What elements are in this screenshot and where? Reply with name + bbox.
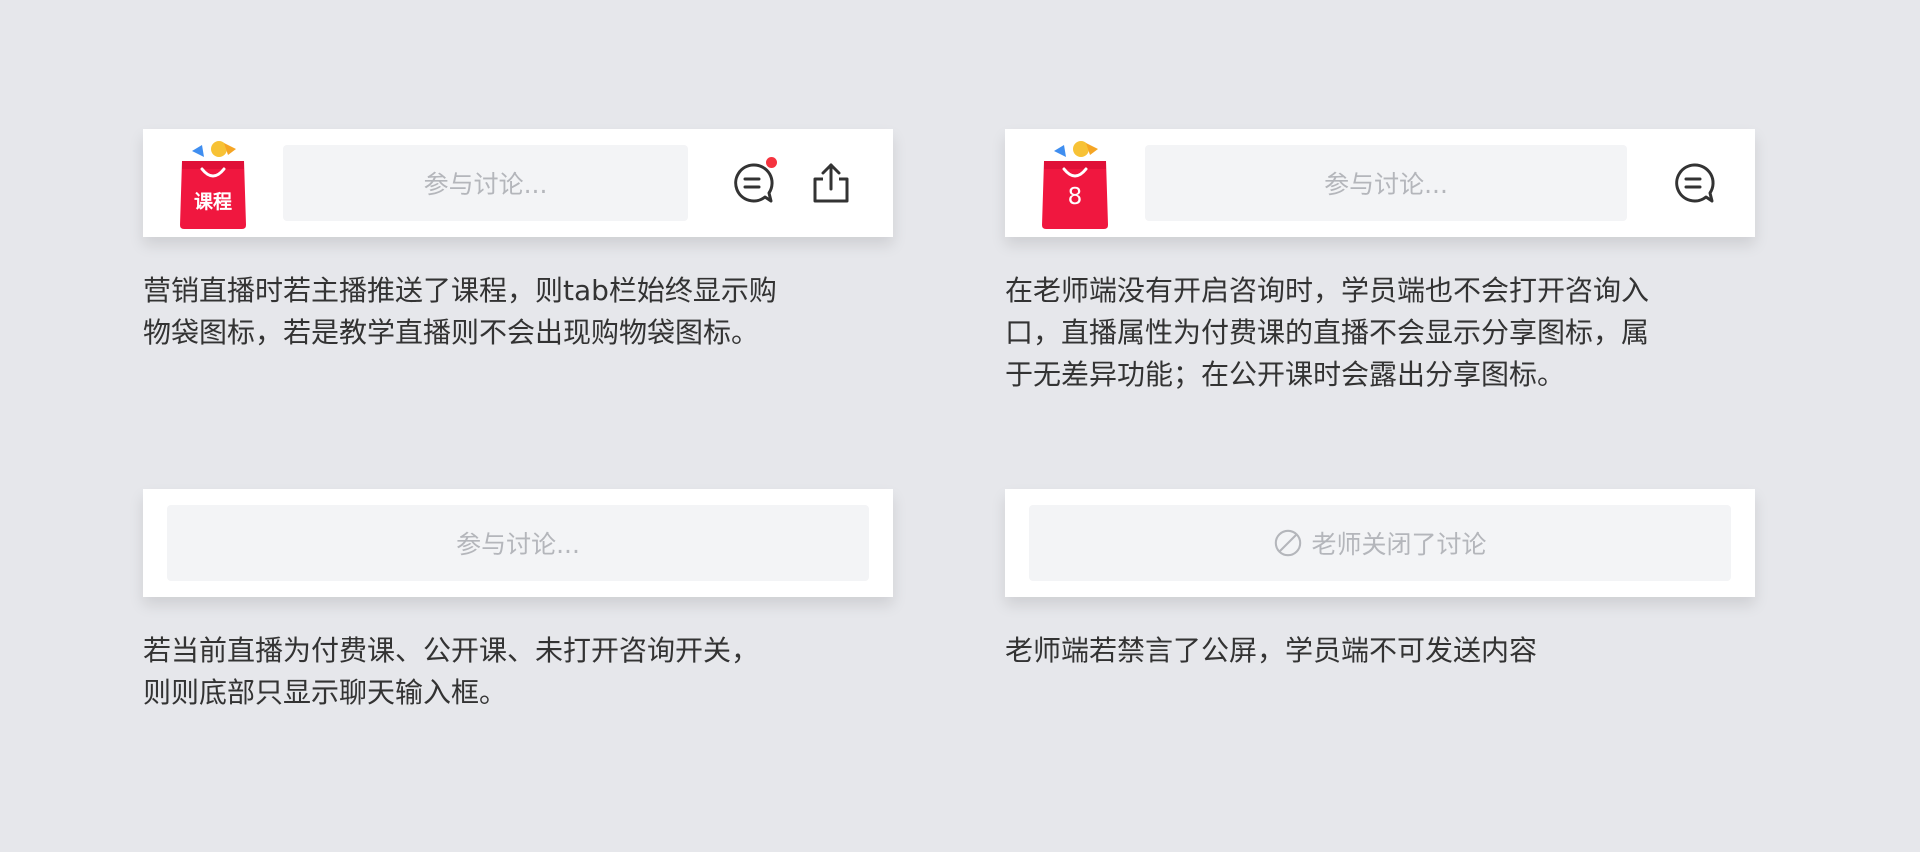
desc-line: 营销直播时若主播推送了课程，则tab栏始终显示购 [143,274,777,307]
desc-line: 物袋图标，若是教学直播则不会出现购物袋图标。 [143,316,760,349]
bag-label: 课程 [193,191,232,213]
desc-line: 于无差异功能；在公开课时会露出分享图标。 [1005,358,1566,391]
tab-bar-muted: 老师关闭了讨论 [1005,489,1755,597]
desc-line: 在老师端没有开启咨询时，学员端也不会打开咨询入 [1005,274,1650,307]
discussion-disabled-field: 老师关闭了讨论 [1029,505,1731,581]
discussion-input[interactable]: 参与讨论... [283,145,688,221]
tab-bar-marketing: 课程 参与讨论... [143,129,893,237]
desc-line: 则则底部只显示聊天输入框。 [143,676,508,709]
tab-bar-input-only: 参与讨论... [143,489,893,597]
notification-dot [766,157,777,168]
desc-line: 老师端若禁言了公屏，学员端不可发送内容 [1005,634,1538,667]
disabled-label: 老师关闭了讨论 [1311,530,1487,559]
disabled-icon [1275,529,1302,557]
chat-icon[interactable] [1670,159,1718,207]
discussion-input[interactable]: 参与讨论... [167,505,869,581]
desc-line: 口，直播属性为付费课的直播不会显示分享图标，属 [1005,316,1650,349]
description-panel2: 在老师端没有开启咨询时，学员端也不会打开咨询入 口，直播属性为付费课的直播不会显… [1005,270,1649,396]
shopping-bag-icon[interactable] [178,139,248,229]
share-icon[interactable] [807,159,855,207]
tab-bar-paid-course: 8 参与讨论... [1005,129,1755,237]
description-panel1: 营销直播时若主播推送了课程，则tab栏始终显示购 物袋图标，若是教学直播则不会出… [143,270,777,354]
discussion-input[interactable]: 参与讨论... [1145,145,1627,221]
desc-line: 若当前直播为付费课、公开课、未打开咨询开关， [143,634,760,667]
bag-count: 8 [1067,184,1083,210]
description-panel4: 老师端若禁言了公屏，学员端不可发送内容 [1005,630,1537,672]
description-panel3: 若当前直播为付费课、公开课、未打开咨询开关， 则则底部只显示聊天输入框。 [143,630,759,714]
